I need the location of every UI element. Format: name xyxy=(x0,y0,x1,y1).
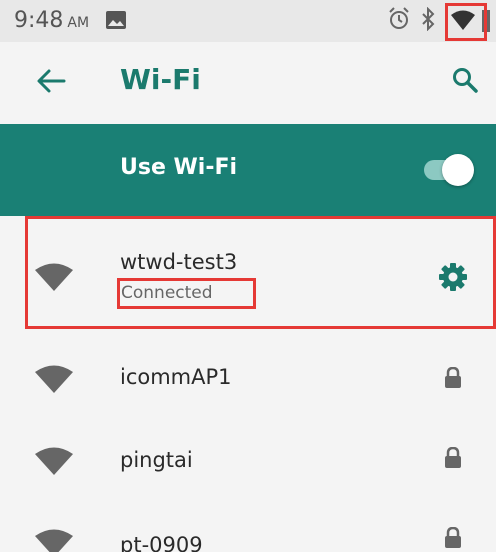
status-time-value: 9:48 xyxy=(14,8,64,33)
lock-icon xyxy=(445,367,461,388)
highlight-box-connected xyxy=(117,278,256,309)
photo-icon xyxy=(106,11,126,29)
use-wifi-switch-bar[interactable]: Use Wi-Fi xyxy=(0,124,496,216)
lock-icon xyxy=(445,447,461,468)
status-time: 9:48 AM xyxy=(14,8,89,33)
network-item[interactable]: pt-0909 xyxy=(0,500,496,552)
wifi-signal-icon xyxy=(35,447,73,475)
alarm-icon xyxy=(389,7,409,29)
network-ssid: pt-0909 xyxy=(120,533,203,552)
highlight-box-network xyxy=(25,216,496,329)
search-icon[interactable] xyxy=(452,67,478,93)
wifi-signal-icon xyxy=(35,365,73,393)
highlight-box-status-icon xyxy=(445,3,487,41)
network-item[interactable]: pingtai xyxy=(0,420,496,500)
bluetooth-icon xyxy=(422,7,435,31)
app-bar: Wi-Fi xyxy=(0,42,496,124)
wifi-signal-icon xyxy=(35,529,73,552)
status-time-ampm: AM xyxy=(67,15,90,31)
network-ssid: icommAP1 xyxy=(120,365,232,389)
status-bar: 9:48 AM xyxy=(0,0,496,42)
back-arrow-icon[interactable] xyxy=(36,68,66,94)
wifi-toggle-thumb[interactable] xyxy=(442,154,474,186)
use-wifi-label: Use Wi-Fi xyxy=(120,155,238,180)
page-title: Wi-Fi xyxy=(120,63,201,96)
lock-icon xyxy=(445,527,461,548)
network-item[interactable]: icommAP1 xyxy=(0,340,496,420)
network-ssid: pingtai xyxy=(120,448,193,472)
